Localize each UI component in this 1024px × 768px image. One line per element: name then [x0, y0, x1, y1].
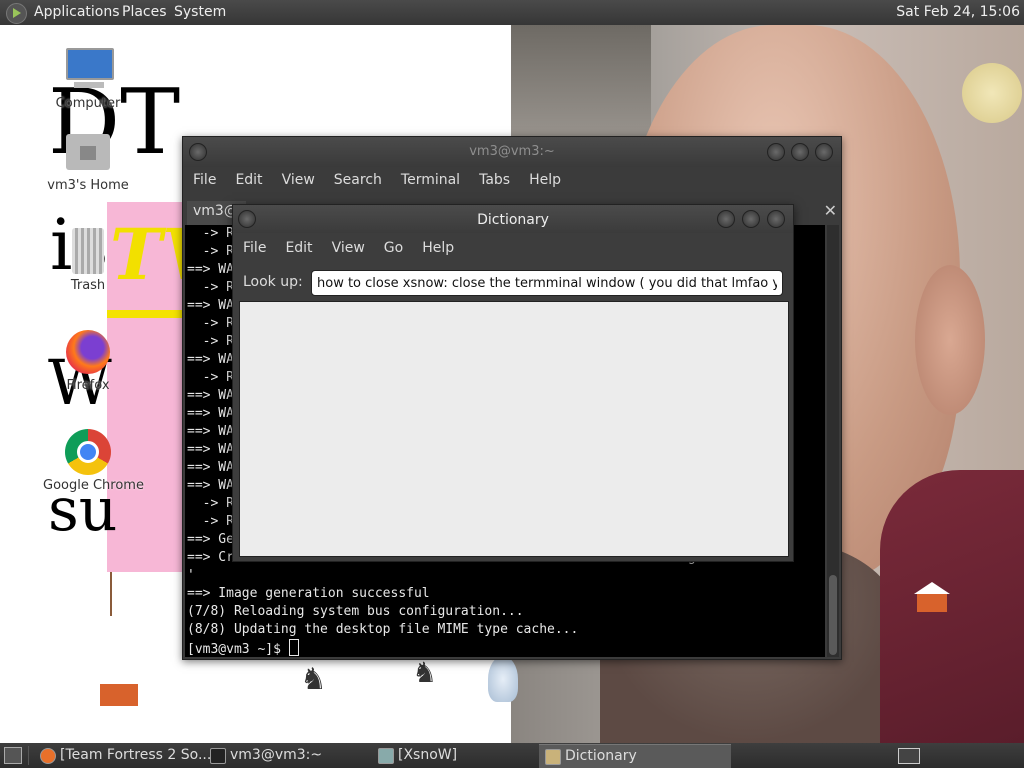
terminal-line: (8/8) Updating the desktop file MIME typ…: [187, 622, 579, 637]
taskbar-item-label: [XsnoW]: [398, 747, 458, 763]
firefox-icon: [64, 328, 112, 376]
dictionary-icon: [545, 749, 561, 765]
menu-edit[interactable]: Edit: [275, 233, 321, 256]
home-folder-icon: [64, 128, 112, 176]
terminal-prompt: [vm3@vm3 ~]$: [187, 642, 289, 657]
terminal-line: (7/8) Reloading system bus configuration…: [187, 604, 524, 619]
window-menu-button[interactable]: [189, 143, 207, 161]
bottom-panel: [Team Fortress 2 So... vm3@vm3:~ [XsnoW] Di…: [0, 743, 1024, 768]
definition-pane[interactable]: [239, 301, 789, 557]
menu-tabs[interactable]: Tabs: [469, 167, 519, 188]
top-panel: Applications Places System Sat Feb 24, 1…: [0, 0, 1024, 25]
taskbar-item[interactable]: Dictionary: [539, 744, 731, 768]
desktop-icon-label: vm3's Home: [47, 178, 129, 193]
menu-file[interactable]: File: [233, 233, 275, 256]
desktop-icon-label: Google Chrome: [43, 478, 144, 493]
wallpaper-snow-scene: [511, 25, 651, 145]
wallpaper-ear: [915, 265, 985, 415]
house-icon: [914, 582, 950, 612]
bare-tree-icon: [110, 572, 140, 616]
workspace-switcher-icon[interactable]: [898, 748, 920, 764]
desktop-icon-firefox[interactable]: Firefox: [43, 328, 133, 393]
reindeer-icon: ♞: [300, 662, 327, 697]
taskbar-item[interactable]: vm3@vm3:~: [204, 744, 396, 767]
menu-help[interactable]: Help: [519, 167, 570, 188]
lookup-row: Look up:: [233, 267, 793, 297]
desktop-icon-chrome[interactable]: Google Chrome: [43, 428, 144, 493]
reindeer-icon: ♞: [412, 656, 438, 689]
terminal-icon: [210, 748, 226, 764]
taskbar-item-label: vm3@vm3:~: [230, 747, 323, 763]
show-desktop-icon[interactable]: [4, 747, 22, 764]
terminal-menubar: File Edit View Search Terminal Tabs Help: [183, 167, 841, 195]
minimize-button[interactable]: [767, 143, 785, 161]
taskbar-item[interactable]: [XsnoW]: [372, 744, 564, 767]
distro-logo-icon[interactable]: [6, 3, 27, 24]
menu-search[interactable]: Search: [324, 167, 391, 188]
computer-icon: [64, 46, 114, 94]
menu-file[interactable]: File: [183, 167, 225, 188]
lookup-input[interactable]: [311, 270, 783, 296]
minimize-button[interactable]: [717, 210, 735, 228]
terminal-cursor: [288, 639, 299, 656]
dictionary-menubar: File Edit View Go Help: [233, 233, 793, 263]
window-icon: [378, 748, 394, 764]
dictionary-titlebar[interactable]: Dictionary: [233, 205, 793, 233]
maximize-button[interactable]: [791, 143, 809, 161]
terminal-line: ': [187, 568, 195, 583]
close-button[interactable]: [815, 143, 833, 161]
separator: [28, 746, 29, 765]
desktop-icon-label: Computer: [55, 96, 121, 111]
wallpaper-yellow-line: [107, 310, 182, 318]
menu-go[interactable]: Go: [374, 233, 412, 256]
lookup-label: Look up:: [243, 274, 303, 290]
menu-system[interactable]: System: [174, 4, 226, 20]
clock[interactable]: Sat Feb 24, 15:06: [896, 4, 1020, 20]
menu-terminal[interactable]: Terminal: [391, 167, 469, 188]
desktop-icon-computer[interactable]: Computer: [43, 46, 133, 111]
taskbar-item-label: Dictionary: [565, 748, 637, 764]
terminal-title: vm3@vm3:~: [469, 144, 555, 159]
desktop-icon-home[interactable]: vm3's Home: [43, 128, 133, 193]
terminal-prompt-line: [vm3@vm3 ~]$: [185, 639, 825, 657]
chrome-icon: [64, 428, 112, 476]
tab-close-icon[interactable]: ✕: [824, 201, 837, 220]
menu-edit[interactable]: Edit: [225, 167, 271, 188]
menu-places[interactable]: Places: [122, 4, 167, 20]
menu-view[interactable]: View: [322, 233, 374, 256]
dictionary-title: Dictionary: [477, 212, 549, 228]
desktop-icon-label: Firefox: [66, 378, 110, 393]
house-icon: [96, 668, 142, 706]
moon-icon: [962, 63, 1022, 123]
terminal-scrollbar[interactable]: [827, 225, 839, 657]
desktop-icon-label: Trash: [70, 278, 106, 293]
terminal-line: ==> Image generation successful: [187, 586, 430, 601]
window-menu-button[interactable]: [238, 210, 256, 228]
trash-icon: [64, 228, 112, 276]
taskbar-item-label: [Team Fortress 2 So...: [60, 747, 212, 763]
snowy-tree-icon: [488, 656, 518, 702]
close-button[interactable]: [767, 210, 785, 228]
desktop-icon-trash[interactable]: Trash: [43, 228, 133, 293]
wallpaper-shirt: [880, 470, 1024, 743]
menu-applications[interactable]: Applications: [34, 4, 120, 20]
maximize-button[interactable]: [742, 210, 760, 228]
dictionary-window[interactable]: Dictionary File Edit View Go Help Look up:: [232, 204, 794, 562]
taskbar-item[interactable]: [Team Fortress 2 So...: [34, 744, 226, 767]
firefox-icon: [40, 748, 56, 764]
terminal-titlebar[interactable]: vm3@vm3:~: [183, 137, 841, 167]
menu-help[interactable]: Help: [412, 233, 463, 256]
scrollbar-thumb[interactable]: [829, 575, 837, 655]
menu-view[interactable]: View: [272, 167, 324, 188]
